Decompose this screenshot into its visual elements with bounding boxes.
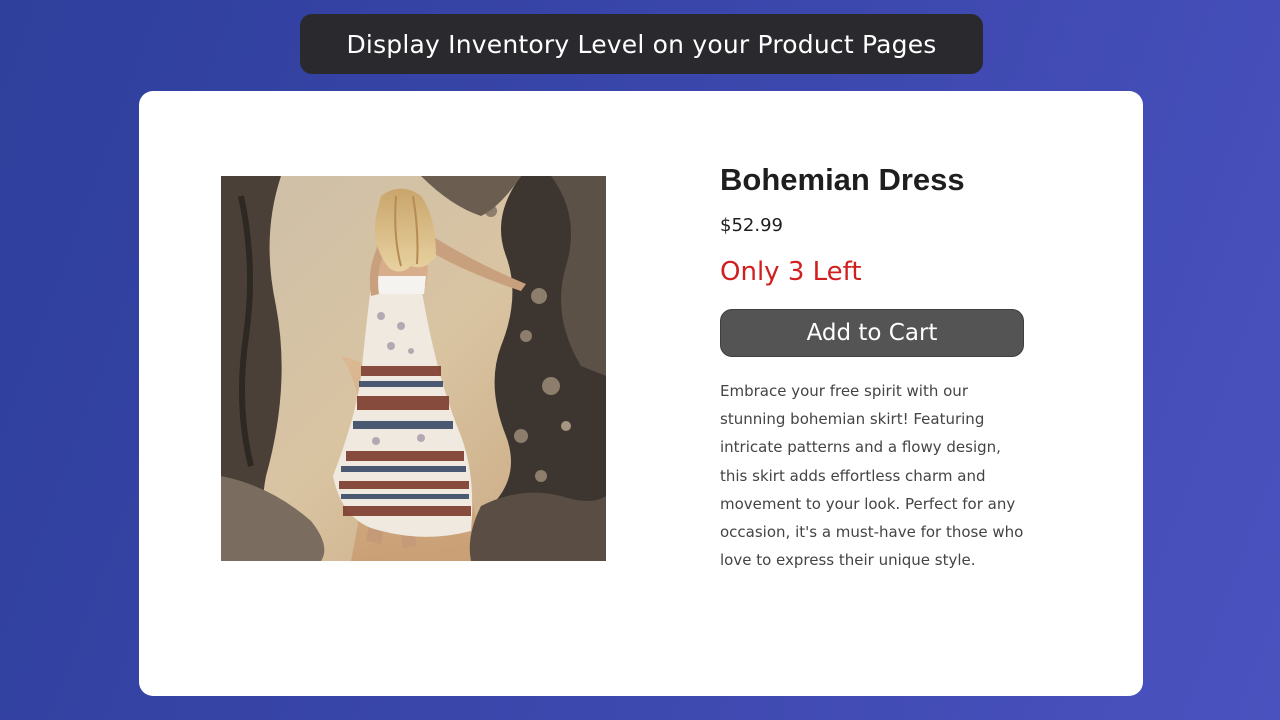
product-description: Embrace your free spirit with our stunni… <box>720 382 1024 570</box>
product-price: $52.99 <box>720 215 783 236</box>
add-to-cart-button[interactable]: Add to Cart <box>720 309 1024 357</box>
product-info: Bohemian Dress $52.99 Only 3 Left Add to… <box>720 161 1030 574</box>
inventory-level-text: Only 3 Left <box>720 257 862 287</box>
product-image <box>221 176 606 561</box>
product-title: Bohemian Dress <box>720 162 965 197</box>
headline-banner: Display Inventory Level on your Product … <box>300 14 983 74</box>
product-card: Bohemian Dress $52.99 Only 3 Left Add to… <box>139 91 1143 696</box>
headline-text: Display Inventory Level on your Product … <box>346 29 937 59</box>
